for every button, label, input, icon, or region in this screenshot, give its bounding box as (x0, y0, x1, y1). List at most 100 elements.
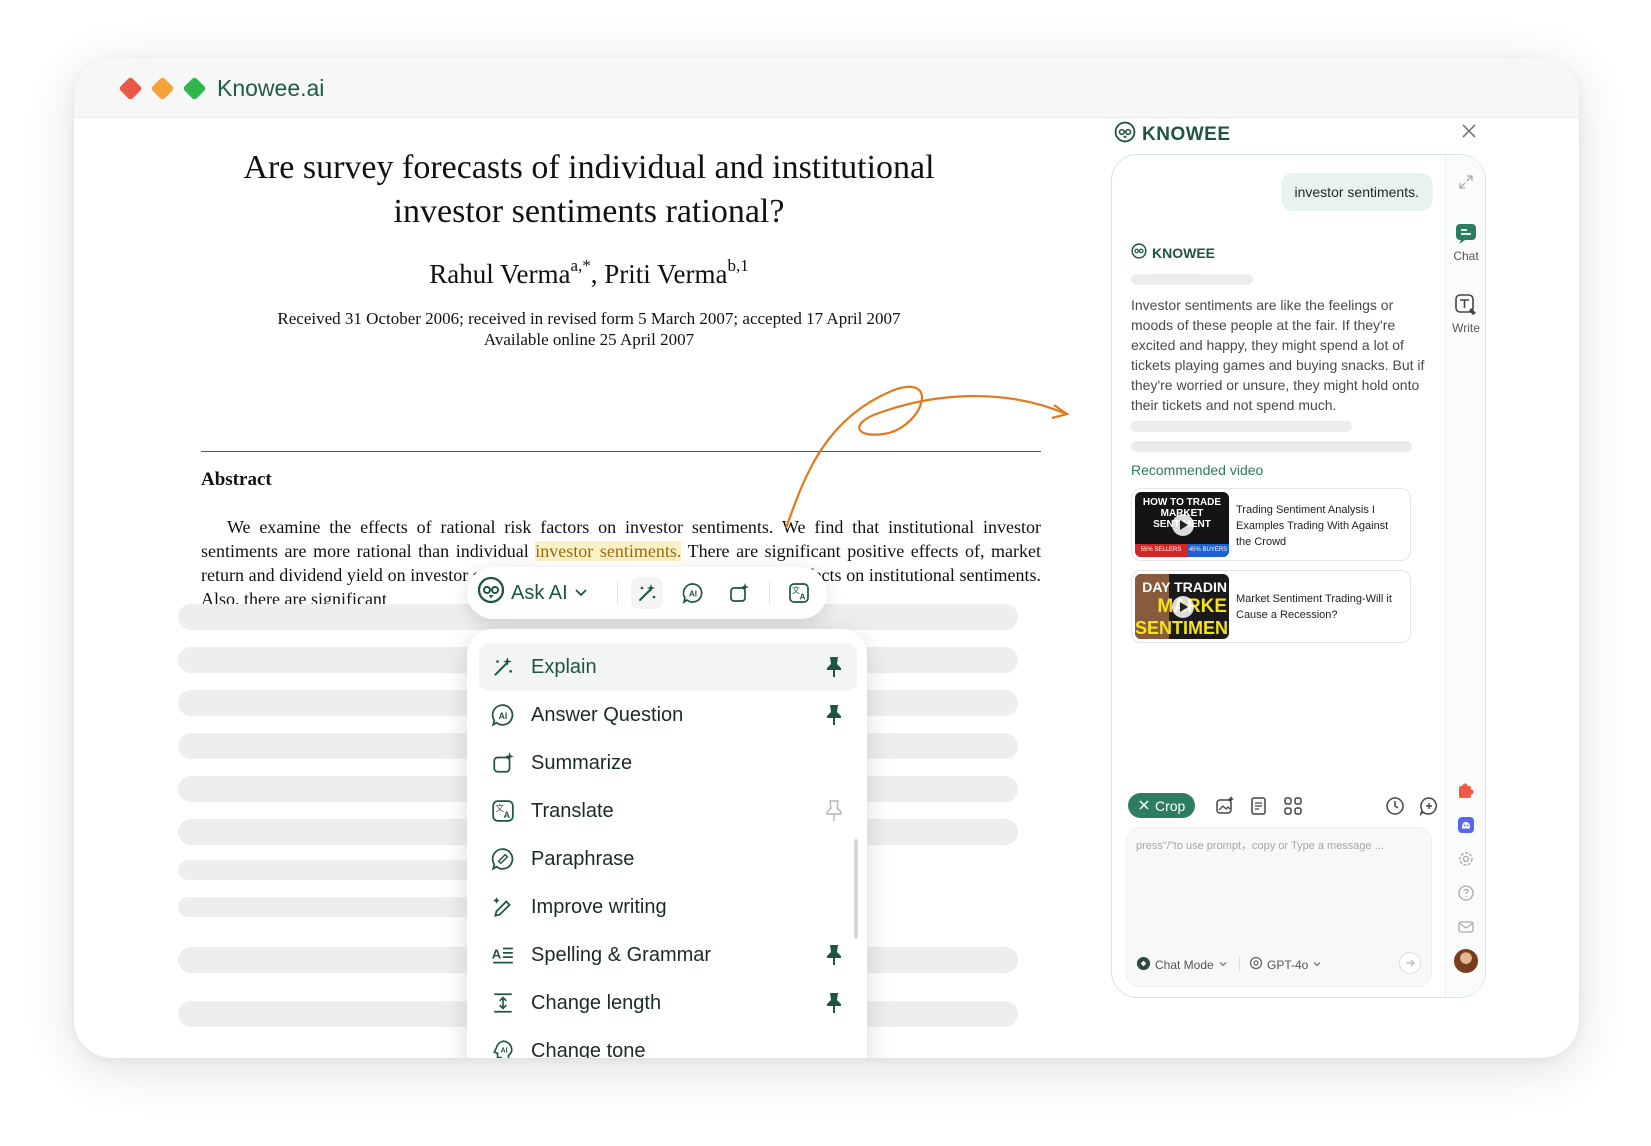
author-separator: , (590, 259, 598, 289)
scissors-icon (1138, 798, 1150, 814)
spelling-icon: A (491, 943, 515, 967)
magic-wand-icon[interactable] (631, 577, 663, 609)
video-card[interactable]: DAY TRADIN MARKE SENTIMEN Market Sentime… (1131, 570, 1411, 643)
author-name: Priti Verma (604, 259, 728, 289)
knowee-owl-icon (1131, 243, 1147, 262)
expand-icon[interactable] (1446, 173, 1486, 191)
toolbar-separator (617, 581, 618, 605)
close-window-button[interactable] (118, 76, 143, 101)
menu-item-change-length[interactable]: Change length (479, 979, 857, 1027)
minimize-window-button[interactable] (150, 76, 175, 101)
rail-write-button[interactable]: Write (1446, 293, 1486, 335)
help-icon[interactable] (1446, 884, 1486, 902)
abstract-heading: Abstract (201, 469, 272, 490)
discord-icon[interactable] (1446, 816, 1486, 834)
apps-grid-icon[interactable] (1282, 795, 1304, 817)
menu-item-answer-question[interactable]: AI Answer Question (479, 691, 857, 739)
menu-item-spelling-grammar[interactable]: A Spelling & Grammar (479, 931, 857, 979)
chevron-down-icon (574, 582, 588, 605)
send-button[interactable] (1399, 952, 1421, 974)
thumb-text: HOW TO TRADE (1142, 497, 1222, 508)
menu-item-translate[interactable]: 文A Translate (479, 787, 857, 835)
document-viewer: Are survey forecasts of individual and i… (74, 118, 1154, 1058)
svg-text:A: A (492, 946, 502, 961)
user-avatar[interactable] (1454, 949, 1478, 973)
chat-area: investor sentiments. KNOWEE Investor sen… (1112, 155, 1447, 997)
pin-icon[interactable] (825, 656, 843, 678)
model-label: GPT-4o (1267, 957, 1309, 972)
gear-icon[interactable] (1446, 850, 1486, 868)
translate-icon[interactable]: 文A (783, 577, 815, 609)
chat-input[interactable]: press"/"to use prompt，copy or Type a mes… (1126, 827, 1432, 987)
pin-icon[interactable] (825, 992, 843, 1014)
menu-item-label: Translate (531, 800, 614, 822)
paper-dates: Received 31 October 2006; received in re… (214, 308, 964, 350)
ask-ai-label: Ask AI (511, 581, 568, 604)
menu-item-label: Answer Question (531, 704, 684, 726)
thumb-text: SENTIMEN (1135, 618, 1229, 638)
menu-item-label: Change tone (531, 1040, 646, 1058)
side-rail: Chat Write (1445, 155, 1485, 997)
image-sparkle-icon[interactable] (1214, 795, 1236, 817)
svg-text:AI: AI (499, 711, 508, 721)
write-icon (1454, 293, 1478, 317)
pin-icon[interactable] (825, 704, 843, 726)
menu-item-label: Spelling & Grammar (531, 944, 712, 966)
ask-ai-button[interactable]: Ask AI (477, 576, 588, 610)
author-affiliation: a,* (570, 256, 591, 275)
divider (1239, 956, 1240, 972)
chat-mode-label: Chat Mode (1155, 958, 1214, 972)
svg-text:AI: AI (501, 1047, 508, 1055)
maximize-window-button[interactable] (182, 76, 207, 101)
received-dates: Received 31 October 2006; received in re… (277, 309, 901, 328)
chat-mode-icon (1136, 956, 1151, 974)
knowee-owl-icon (477, 576, 505, 610)
menu-item-label: Paraphrase (531, 848, 635, 870)
tone-icon: AI (491, 1039, 515, 1058)
menu-item-improve-writing[interactable]: Improve writing (479, 883, 857, 931)
menu-item-explain[interactable]: Explain (479, 643, 857, 691)
chat-label: Chat (1453, 249, 1479, 263)
summarize-icon[interactable] (723, 577, 755, 609)
ai-bubble-icon: AI (491, 703, 515, 727)
arrow-right-icon (1400, 959, 1420, 977)
pin-icon[interactable] (825, 944, 843, 966)
close-icon[interactable] (1459, 121, 1479, 141)
pointer-arrow-icon (784, 385, 1070, 529)
pin-outline-icon[interactable] (825, 800, 843, 822)
play-icon (1172, 514, 1194, 536)
history-clock-icon[interactable] (1384, 795, 1406, 817)
menu-item-paraphrase[interactable]: Paraphrase (479, 835, 857, 883)
menu-item-label: Change length (531, 992, 662, 1014)
video-thumbnail: DAY TRADIN MARKE SENTIMEN (1135, 574, 1229, 639)
selected-text-highlight[interactable]: investor sentiments. (535, 541, 682, 561)
menu-scrollbar[interactable] (854, 839, 858, 939)
crop-button[interactable]: Crop (1128, 793, 1196, 818)
ai-bubble-icon[interactable]: AI (677, 577, 709, 609)
app-window: Knowee.ai Are survey forecasts of indivi… (74, 58, 1579, 1058)
model-select[interactable]: GPT-4o (1249, 956, 1322, 973)
document-icon[interactable] (1248, 795, 1270, 817)
openai-icon (1249, 956, 1263, 973)
video-title: Market Sentiment Trading-Will it Cause a… (1236, 593, 1392, 621)
loading-line (1131, 441, 1412, 452)
thumb-text: DAY TRADIN (1142, 579, 1227, 595)
menu-item-label: Summarize (531, 752, 633, 774)
rail-chat-button[interactable]: Chat (1446, 221, 1486, 263)
puzzle-icon[interactable] (1446, 782, 1486, 800)
loading-line (178, 860, 478, 880)
menu-item-summarize[interactable]: Summarize (479, 739, 857, 787)
svg-text:A: A (800, 593, 806, 602)
video-thumbnail: HOW TO TRADE MARKET SENTIMENT 55% SELLER… (1135, 492, 1229, 557)
chat-mode-select[interactable]: Chat Mode (1136, 956, 1228, 974)
new-chat-icon[interactable] (1418, 795, 1440, 817)
video-card[interactable]: HOW TO TRADE MARKET SENTIMENT 55% SELLER… (1131, 488, 1411, 561)
ai-answer: Investor sentiments are like the feeling… (1131, 297, 1425, 413)
menu-item-change-tone[interactable]: AI Change tone (479, 1027, 857, 1058)
svg-text:AI: AI (689, 590, 697, 599)
paraphrase-icon (491, 847, 515, 871)
translate-icon: 文A (491, 799, 515, 823)
thumb-text: 55% SELLERS (1135, 544, 1187, 557)
mail-icon[interactable] (1446, 918, 1486, 936)
loading-line (1131, 421, 1352, 432)
